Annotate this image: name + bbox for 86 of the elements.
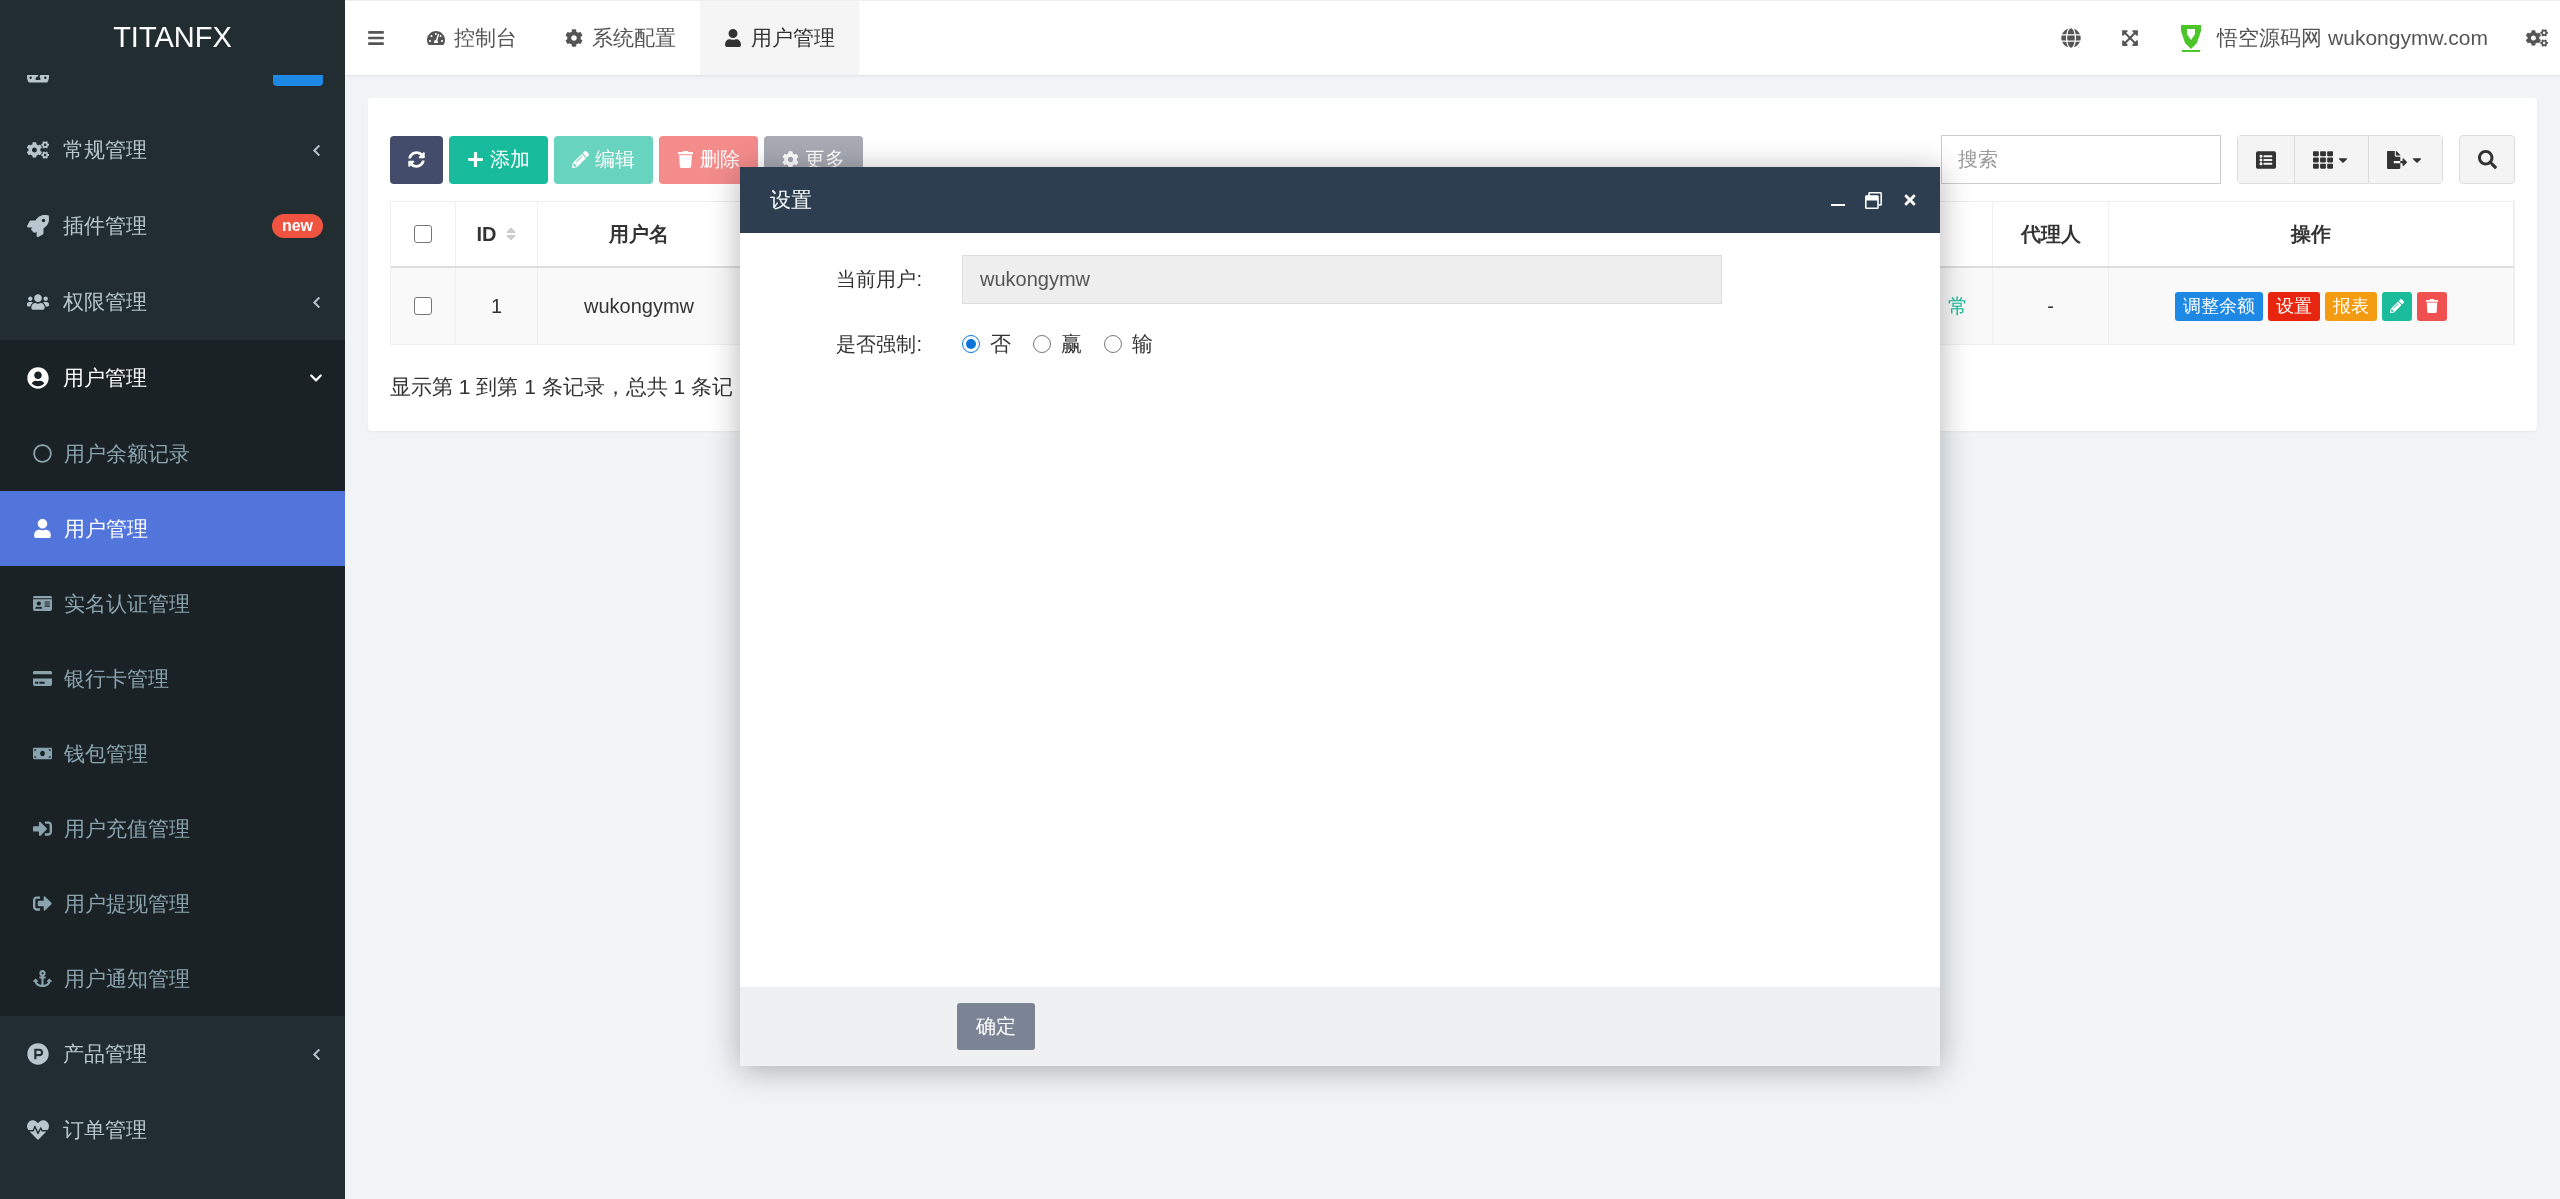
app-logo: TITANFX <box>113 21 232 54</box>
sidebar-subitem[interactable]: 用户余额记录 <box>0 416 345 491</box>
confirm-button[interactable]: 确定 <box>957 1003 1035 1050</box>
grid-icon <box>2313 149 2333 170</box>
action-button[interactable]: 设置 <box>2268 291 2320 321</box>
nav-tab[interactable]: 控制台 <box>403 1 541 75</box>
anchor-icon <box>33 969 52 988</box>
sidebar-subitem[interactable]: 用户通知管理 <box>0 941 345 1016</box>
menu-badge: new <box>271 214 323 238</box>
heartbeat-icon <box>27 1119 49 1141</box>
radio-label: 输 <box>1132 331 1153 357</box>
radio-option[interactable]: 输 <box>1104 330 1153 358</box>
list-view-button[interactable] <box>2238 136 2295 183</box>
id-card-icon <box>33 594 52 613</box>
select-all-checkbox[interactable] <box>414 225 432 243</box>
sidebar-item[interactable]: 用户管理 <box>0 340 345 416</box>
sidebar-item[interactable]: 常规管理 <box>0 112 345 188</box>
column-header: ID <box>476 222 497 246</box>
search-icon <box>2477 150 2497 169</box>
radio-button[interactable] <box>1033 335 1051 353</box>
nav-tab[interactable]: 系统配置 <box>541 1 700 75</box>
search-button[interactable] <box>2459 135 2515 184</box>
site-link[interactable]: 悟空源码网 wukongymw.com <box>2159 1 2518 75</box>
sidebar-subitem[interactable]: 用户管理 <box>0 491 345 566</box>
row-checkbox[interactable] <box>414 297 432 315</box>
pencil-icon <box>2390 299 2404 313</box>
delete-row-button[interactable] <box>2417 291 2447 321</box>
radio-button[interactable] <box>1104 335 1122 353</box>
column-header: 代理人 <box>2020 221 2081 247</box>
sidebar-item[interactable]: 产品管理 <box>0 1016 345 1092</box>
fullscreen-icon <box>2121 29 2140 47</box>
dashboard-icon <box>427 29 445 47</box>
sign-in-icon <box>33 819 52 838</box>
credit-card-icon <box>33 669 52 688</box>
sidebar-subitem[interactable]: 钱包管理 <box>0 716 345 791</box>
dialog-title: 设置 <box>770 187 813 213</box>
sidebar-subitem[interactable]: 用户充值管理 <box>0 791 345 866</box>
radio-label: 赢 <box>1061 331 1082 357</box>
pagination-info: 显示第 1 到第 1 条记录，总共 1 条记 <box>390 374 735 400</box>
radio-option[interactable]: 赢 <box>1033 330 1082 358</box>
nav-tab[interactable]: 用户管理 <box>700 1 859 75</box>
close-icon <box>1902 192 1918 208</box>
list-icon <box>2256 149 2276 170</box>
table-cell: 1 <box>490 294 503 318</box>
column-header: 用户名 <box>609 221 669 247</box>
plus-icon <box>467 151 484 168</box>
user-icon <box>33 519 52 538</box>
chevron-left-icon <box>310 1047 323 1061</box>
field-label: 是否强制: <box>835 331 923 357</box>
restore-icon <box>1865 191 1882 209</box>
sidebar-subitem[interactable]: 用户提现管理 <box>0 866 345 941</box>
sidebar-item[interactable]: 插件管理 new <box>0 188 345 264</box>
chevron-left-icon <box>310 295 323 309</box>
settings-icon <box>2526 27 2548 49</box>
status-text: 常 <box>1948 293 1968 319</box>
search-field[interactable]: 搜索 <box>1941 135 2221 184</box>
gear-icon <box>782 151 799 168</box>
field-label: 当前用户: <box>835 267 923 292</box>
globe-icon <box>2061 28 2082 48</box>
shield-logo-icon <box>2179 23 2204 53</box>
sidebar-item[interactable]: 权限管理 <box>0 264 345 340</box>
sort-icon <box>504 226 517 242</box>
column-header: 操作 <box>2291 221 2331 247</box>
gear-icon <box>565 29 583 47</box>
trash-icon <box>2425 299 2439 313</box>
sidebar-subitem[interactable]: 实名认证管理 <box>0 566 345 641</box>
radio-label: 否 <box>990 331 1011 357</box>
rocket-icon <box>27 215 49 237</box>
sign-out-icon <box>33 894 52 913</box>
users-icon <box>27 291 49 313</box>
chevron-left-icon <box>310 143 323 157</box>
radio-option[interactable]: 否 <box>962 330 1011 358</box>
table-cell: wukongymw <box>583 294 694 318</box>
menu-icon <box>367 29 385 47</box>
gears-icon <box>27 139 49 161</box>
radio-button[interactable] <box>962 335 980 353</box>
refresh-button[interactable] <box>390 135 443 184</box>
export-icon <box>2387 149 2407 170</box>
sidebar-subitem[interactable]: 银行卡管理 <box>0 641 345 716</box>
action-button[interactable]: 调整余额 <box>2175 291 2263 321</box>
table-cell: - <box>2047 294 2054 318</box>
sidebar-item[interactable]: 订单管理 <box>0 1092 345 1168</box>
refresh-icon <box>408 151 425 168</box>
pencil-icon <box>572 151 589 168</box>
trash-icon <box>677 151 694 168</box>
user-icon <box>724 29 742 47</box>
